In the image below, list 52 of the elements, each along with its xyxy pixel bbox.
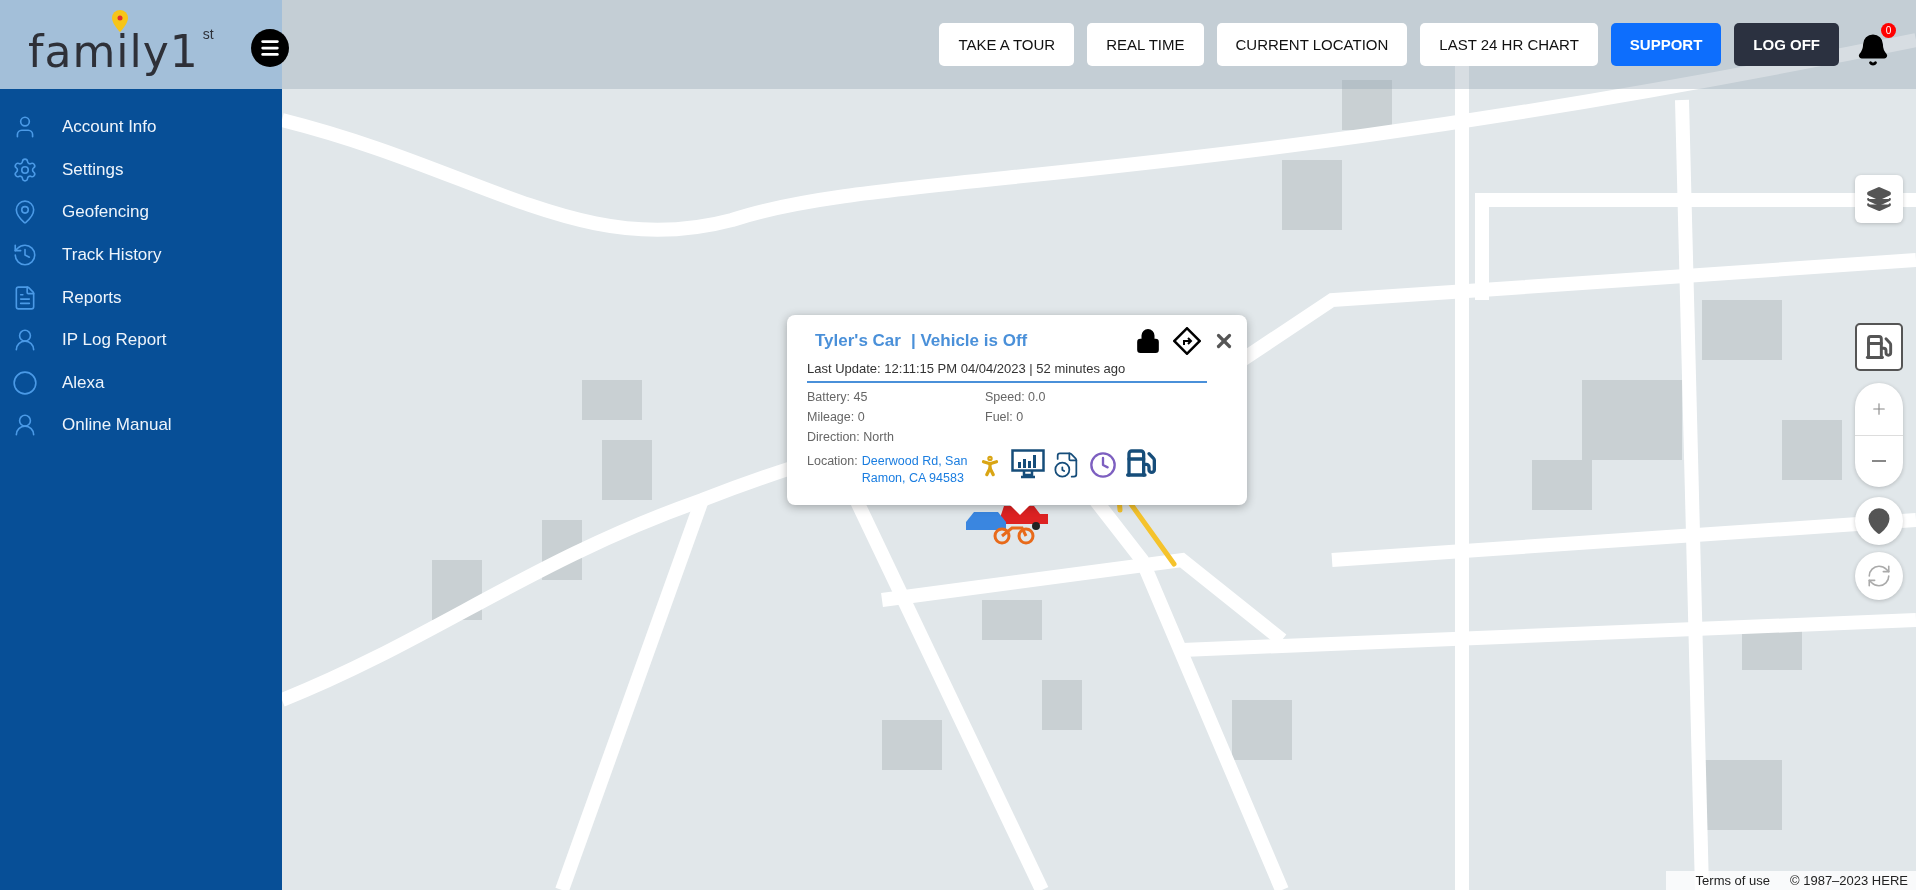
notification-count: 0: [1881, 22, 1896, 38]
sidebar-item[interactable]: Settings: [0, 148, 282, 192]
fuel-station-button[interactable]: [1855, 323, 1903, 371]
map-building: [1342, 80, 1392, 130]
location-link[interactable]: Deerwood Rd, San Ramon, CA 94583: [861, 453, 985, 487]
toolbar-button[interactable]: LOG OFF: [1734, 23, 1839, 66]
vehicle-detail: Fuel: 0: [985, 409, 1025, 425]
menu-icon: [259, 37, 281, 59]
bell-icon[interactable]: [1856, 32, 1890, 67]
directions-icon[interactable]: [1173, 327, 1201, 355]
sidebar-item[interactable]: Geofencing: [0, 191, 282, 234]
sidebar-item[interactable]: IP Log Report: [0, 318, 282, 362]
vehicle-detail: Direction: North: [807, 429, 895, 445]
layers-button[interactable]: [1855, 175, 1903, 223]
minus-icon: [1872, 460, 1886, 463]
chart-monitor-icon[interactable]: [1011, 449, 1045, 479]
map-building: [582, 380, 642, 420]
terms-link[interactable]: Terms of use: [1695, 873, 1770, 888]
map-building: [1282, 160, 1342, 230]
toolbar-button[interactable]: LAST 24 HR CHART: [1420, 23, 1598, 66]
map-building: [1782, 420, 1842, 480]
sidebar-item[interactable]: Reports: [0, 276, 282, 319]
clock-icon[interactable]: [1089, 451, 1117, 479]
sidebar-item[interactable]: Alexa: [0, 361, 282, 405]
vehicle-detail: Mileage: 0: [807, 409, 866, 425]
map-building: [602, 440, 652, 500]
toolbar-button[interactable]: CURRENT LOCATION: [1216, 23, 1408, 66]
toolbar-button[interactable]: REAL TIME: [1087, 23, 1204, 66]
vehicle-detail: Speed: 0.0: [985, 389, 1047, 405]
lock-icon[interactable]: [1135, 328, 1161, 354]
location-button[interactable]: [1855, 497, 1903, 545]
gear-icon: [12, 156, 38, 183]
toolbar-button[interactable]: SUPPORT: [1610, 23, 1722, 66]
circle-icon: [12, 369, 38, 396]
vehicle-detail: Battery: 45: [807, 389, 869, 405]
sidebar-item[interactable]: Online Manual: [0, 404, 282, 447]
fuel-icon[interactable]: [1125, 447, 1157, 479]
map-building: [1232, 700, 1292, 760]
last-update-text: Last Update: 12:11:15 PM 04/04/2023 | 52 minutes ago: [807, 355, 1207, 383]
location-label: Location:: [807, 453, 858, 470]
fuel-pump-icon: [1865, 333, 1893, 361]
refresh-icon: [1866, 563, 1892, 589]
layers-icon: [1866, 186, 1892, 212]
sidebar-item[interactable]: Track History: [0, 233, 282, 277]
map-building: [1042, 680, 1082, 730]
vehicle-name: Tyler's Car: [815, 331, 901, 351]
toolbar-button[interactable]: TAKE A TOUR: [939, 23, 1075, 66]
copyright-text: © 1987–2023 HERE: [1790, 873, 1908, 888]
map-building: [982, 600, 1042, 640]
sidebar-item[interactable]: Account Info: [0, 106, 282, 149]
vehicle-status: | Vehicle is Off: [910, 331, 1028, 351]
map-building: [882, 720, 942, 770]
